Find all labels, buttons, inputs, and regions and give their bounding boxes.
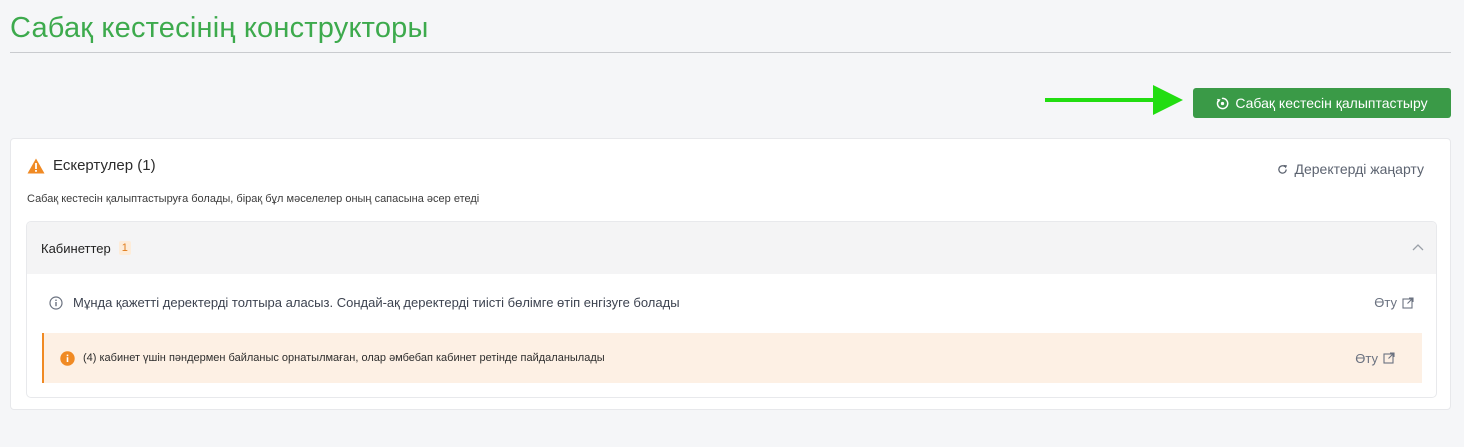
annotation-arrow <box>1045 85 1183 115</box>
alert-circle-icon <box>60 350 75 366</box>
warnings-title: Ескертулер (1) <box>53 157 156 174</box>
info-go-label: Өту <box>1374 295 1397 310</box>
refresh-data-label: Деректерді жаңарту <box>1294 161 1424 177</box>
warnings-card: Ескертулер (1) Деректерді жаңарту Сабақ … <box>10 138 1451 410</box>
generate-icon <box>1217 97 1229 109</box>
warning-triangle-icon <box>27 158 45 173</box>
rooms-count-badge: 1 <box>118 241 131 255</box>
rooms-panel-title: Кабинеттер <box>41 240 111 256</box>
alert-go-label: Өту <box>1355 350 1378 366</box>
refresh-data-link[interactable]: Деректерді жаңарту <box>1277 161 1424 177</box>
external-link-icon <box>1402 296 1414 309</box>
room-alert-row: (4) кабинет үшін пәндермен байланыс орна… <box>42 333 1422 383</box>
external-link-icon <box>1383 352 1395 364</box>
generate-schedule-label: Сабақ кестесін қалыптастыру <box>1235 95 1428 111</box>
room-alert-text: (4) кабинет үшін пәндермен байланыс орна… <box>83 352 605 364</box>
generate-schedule-button[interactable]: Сабақ кестесін қалыптастыру <box>1193 88 1451 118</box>
info-text: Мұнда қажетті деректерді толтыра аласыз.… <box>73 295 680 310</box>
rooms-panel: Кабинеттер 1 Мұнда қажетті деректерді то… <box>26 221 1437 398</box>
warnings-header: Ескертулер (1) <box>27 157 156 174</box>
title-divider <box>10 52 1451 53</box>
page-title: Сабақ кестесінің конструкторы <box>10 12 429 44</box>
info-go-link[interactable]: Өту <box>1374 295 1414 310</box>
refresh-icon <box>1278 164 1288 174</box>
alert-go-link[interactable]: Өту <box>1355 351 1395 366</box>
chevron-up-icon[interactable] <box>1412 242 1424 252</box>
rooms-panel-header[interactable]: Кабинеттер 1 <box>27 222 1436 274</box>
info-row: Мұнда қажетті деректерді толтыра аласыз.… <box>27 274 1436 331</box>
warnings-description: Сабақ кестесін қалыптастыруға болады, бі… <box>27 193 480 205</box>
info-circle-icon <box>49 295 63 310</box>
